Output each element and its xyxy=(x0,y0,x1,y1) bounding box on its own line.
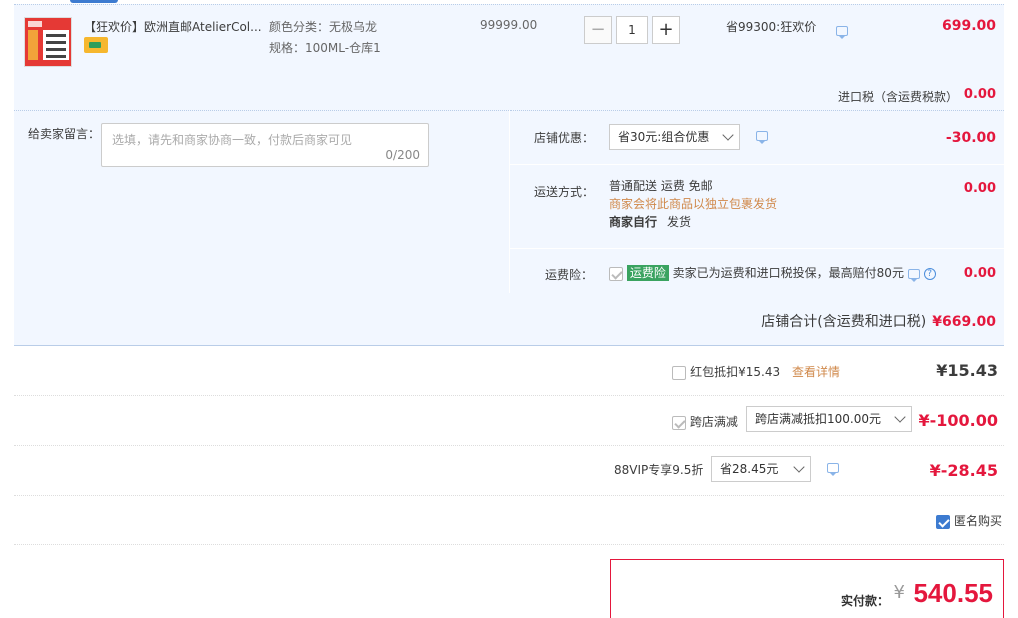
chat-icon[interactable] xyxy=(907,268,920,282)
cross-store-label: 跨店满减 xyxy=(689,415,738,429)
shop-discount-select[interactable]: 省30元:组合优惠 xyxy=(609,124,740,150)
red-packet-label: 红包抵扣¥15.43 xyxy=(690,365,781,379)
red-packet-option: 红包抵扣¥15.43 查看详情 xyxy=(672,363,840,380)
shipping-label: 运送方式： xyxy=(534,185,595,199)
vip-value: ¥-28.45 xyxy=(929,461,998,480)
insurance-amount: 0.00 xyxy=(963,266,996,281)
shop-discount-row: 店铺优惠： 省30元:组合优惠 -30.00 xyxy=(510,111,1004,163)
top-tab-indicator xyxy=(70,0,118,3)
chevron-down-icon xyxy=(793,461,805,473)
anonymous-row: 匿名购买 xyxy=(14,496,1004,545)
shop-discount-selected: 省30元:组合优惠 xyxy=(618,130,710,144)
help-icon[interactable]: ? xyxy=(923,267,936,280)
shop-discount-label: 店铺优惠： xyxy=(534,131,595,145)
product-row: 【狂欢价】欧洲直邮AtelierCol... 颜色分类：无极乌龙 规格：100M… xyxy=(14,4,1004,110)
red-packet-details-link[interactable]: 查看详情 xyxy=(792,365,840,379)
insurance-tag: 运费险 xyxy=(626,265,669,281)
sku-color: 颜色分类：无极乌龙 xyxy=(269,20,378,34)
cross-store-row: 跨店满减 跨店满减抵扣100.00元 ¥-100.00 xyxy=(14,396,1004,446)
shipping-seller: 商家自行 发货 xyxy=(609,213,691,230)
quantity-input[interactable]: 1 xyxy=(616,16,648,44)
anonymous-label: 匿名购买 xyxy=(953,514,1002,528)
anonymous-option: 匿名购买 xyxy=(936,512,1002,529)
chevron-down-icon xyxy=(722,129,734,141)
cross-store-value: ¥-100.00 xyxy=(918,411,998,430)
message-placeholder: 选填，请先和商家协商一致，付款后商家可见 xyxy=(112,133,353,147)
unit-price: 99999.00 xyxy=(480,18,538,32)
cross-store-option: 跨店满减 xyxy=(672,413,738,430)
vip-label: 88VIP专享9.5折 xyxy=(614,463,704,477)
shipping-seller-value: 发货 xyxy=(667,215,692,229)
import-tax-value: 0.00 xyxy=(963,87,996,102)
shop-total-value: ¥669.00 xyxy=(932,314,996,330)
anonymous-checkbox[interactable] xyxy=(936,514,951,529)
message-input[interactable]: 选填，请先和商家协商一致，付款后商家可见 0/200 xyxy=(101,123,429,167)
increase-button[interactable]: + xyxy=(652,16,680,44)
sku-spec: 规格：100ML-仓库1 xyxy=(269,41,381,55)
chat-icon[interactable] xyxy=(827,463,839,476)
payment-total: 540.55 xyxy=(913,578,993,608)
cross-store-checkbox[interactable] xyxy=(672,415,686,430)
shipping-method: 普通配送 运费 免邮 xyxy=(609,179,713,193)
discount-note: 省99300:狂欢价 xyxy=(726,18,848,39)
message-label: 给卖家留言： xyxy=(28,127,101,141)
chat-icon[interactable] xyxy=(756,131,768,144)
insurance-desc: 卖家已为运费和进口税投保，最高赔付80元 xyxy=(672,266,904,280)
shop-discount-amount: -30.00 xyxy=(945,130,996,146)
shipping-amount: 0.00 xyxy=(963,181,996,196)
shipping-seller-label: 商家自行 xyxy=(609,215,658,229)
insurance-checkbox[interactable] xyxy=(609,266,623,281)
item-total: 699.00 xyxy=(941,18,996,34)
vip-row: 88VIP专享9.5折 省28.45元 ¥-28.45 xyxy=(14,446,1004,496)
message-char-count: 0/200 xyxy=(385,148,420,162)
insurance-line: 运费险 卖家已为运费和进口税投保，最高赔付80元 ? xyxy=(609,264,936,282)
payment-summary: 实付款： ¥ 540.55 xyxy=(610,559,1004,618)
shop-total-label: 店铺合计(含运费和进口税) xyxy=(761,314,927,330)
shop-total-row: 店铺合计(含运费和进口税) ¥669.00 xyxy=(14,293,1004,346)
chat-icon[interactable] xyxy=(836,26,848,39)
vip-select[interactable]: 省28.45元 xyxy=(711,456,811,482)
cross-store-select[interactable]: 跨店满减抵扣100.00元 xyxy=(746,406,912,432)
red-packet-value: ¥15.43 xyxy=(936,361,998,380)
order-options: 店铺优惠： 省30元:组合优惠 -30.00 运送方式： 普通配送 运费 免邮 … xyxy=(510,110,1004,294)
decrease-button[interactable]: − xyxy=(584,16,612,44)
message-section: 给卖家留言： 选填，请先和商家协商一致，付款后商家可见 0/200 xyxy=(14,110,509,293)
payment-label: 实付款： xyxy=(840,594,889,608)
product-thumbnail[interactable] xyxy=(24,17,72,67)
import-tax-label: 进口税（含运费税款） xyxy=(838,90,959,104)
insurance-row: 运费险： 运费险 卖家已为运费和进口税投保，最高赔付80元 ? 0.00 xyxy=(510,250,1004,294)
vip-selected: 省28.45元 xyxy=(720,462,779,476)
discount-note-text: 省99300:狂欢价 xyxy=(726,20,817,34)
red-packet-row: 红包抵扣¥15.43 查看详情 ¥15.43 xyxy=(14,346,1004,396)
shipping-note: 商家会将此商品以独立包裹发货 xyxy=(609,197,778,211)
payment-currency: ¥ xyxy=(893,582,905,603)
cross-store-selected: 跨店满减抵扣100.00元 xyxy=(755,412,881,426)
shop-total: 店铺合计(含运费和进口税) ¥669.00 xyxy=(761,311,996,331)
product-title-link[interactable]: 【狂欢价】欧洲直邮AtelierCol... xyxy=(84,18,264,35)
credit-card-icon xyxy=(84,37,108,53)
quantity-stepper: − 1 + xyxy=(584,16,680,44)
red-packet-checkbox[interactable] xyxy=(672,365,687,380)
chevron-down-icon xyxy=(894,411,906,423)
insurance-label: 运费险： xyxy=(545,268,594,282)
shipping-row: 运送方式： 普通配送 运费 免邮 商家会将此商品以独立包裹发货 商家自行 发货 0… xyxy=(510,164,1004,249)
